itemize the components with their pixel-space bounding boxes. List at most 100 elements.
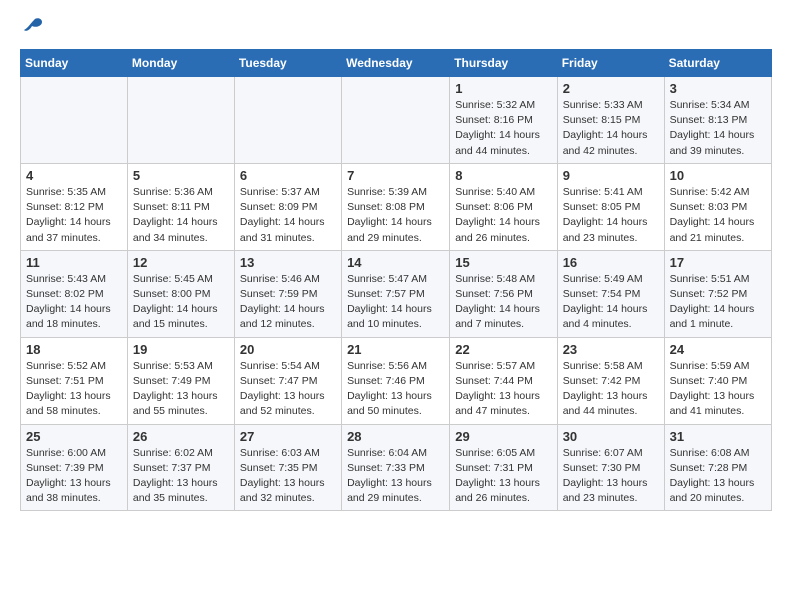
calendar-week-row: 1 Sunrise: 5:32 AM Sunset: 8:16 PM Daylig… <box>21 77 772 164</box>
calendar-cell: 12 Sunrise: 5:45 AM Sunset: 8:00 PM Dayli… <box>127 250 234 337</box>
day-number: 25 <box>26 429 122 444</box>
calendar-cell: 4 Sunrise: 5:35 AM Sunset: 8:12 PM Daylig… <box>21 163 128 250</box>
calendar-cell: 30 Sunrise: 6:07 AM Sunset: 7:30 PM Dayli… <box>557 424 664 511</box>
calendar-cell: 10 Sunrise: 5:42 AM Sunset: 8:03 PM Dayli… <box>664 163 771 250</box>
day-number: 2 <box>563 81 659 96</box>
calendar-cell: 18 Sunrise: 5:52 AM Sunset: 7:51 PM Dayli… <box>21 337 128 424</box>
day-number: 20 <box>240 342 336 357</box>
calendar-cell: 2 Sunrise: 5:33 AM Sunset: 8:15 PM Daylig… <box>557 77 664 164</box>
day-number: 22 <box>455 342 551 357</box>
day-number: 7 <box>347 168 444 183</box>
calendar-week-row: 18 Sunrise: 5:52 AM Sunset: 7:51 PM Dayli… <box>21 337 772 424</box>
day-number: 29 <box>455 429 551 444</box>
calendar-table: SundayMondayTuesdayWednesdayThursdayFrid… <box>20 49 772 511</box>
calendar-header-row: SundayMondayTuesdayWednesdayThursdayFrid… <box>21 50 772 77</box>
day-info: Sunrise: 5:52 AM Sunset: 7:51 PM Dayligh… <box>26 359 122 420</box>
calendar-cell: 16 Sunrise: 5:49 AM Sunset: 7:54 PM Dayli… <box>557 250 664 337</box>
day-info: Sunrise: 5:57 AM Sunset: 7:44 PM Dayligh… <box>455 359 551 420</box>
day-number: 3 <box>670 81 766 96</box>
weekday-header-sunday: Sunday <box>21 50 128 77</box>
calendar-cell <box>234 77 341 164</box>
day-info: Sunrise: 5:49 AM Sunset: 7:54 PM Dayligh… <box>563 272 659 333</box>
day-info: Sunrise: 5:53 AM Sunset: 7:49 PM Dayligh… <box>133 359 229 420</box>
day-number: 26 <box>133 429 229 444</box>
calendar-cell: 11 Sunrise: 5:43 AM Sunset: 8:02 PM Dayli… <box>21 250 128 337</box>
day-info: Sunrise: 5:40 AM Sunset: 8:06 PM Dayligh… <box>455 185 551 246</box>
day-number: 30 <box>563 429 659 444</box>
day-info: Sunrise: 5:43 AM Sunset: 8:02 PM Dayligh… <box>26 272 122 333</box>
calendar-week-row: 11 Sunrise: 5:43 AM Sunset: 8:02 PM Dayli… <box>21 250 772 337</box>
calendar-cell: 15 Sunrise: 5:48 AM Sunset: 7:56 PM Dayli… <box>450 250 557 337</box>
day-info: Sunrise: 6:07 AM Sunset: 7:30 PM Dayligh… <box>563 446 659 507</box>
day-number: 23 <box>563 342 659 357</box>
calendar-cell: 20 Sunrise: 5:54 AM Sunset: 7:47 PM Dayli… <box>234 337 341 424</box>
day-number: 14 <box>347 255 444 270</box>
day-info: Sunrise: 5:54 AM Sunset: 7:47 PM Dayligh… <box>240 359 336 420</box>
day-number: 9 <box>563 168 659 183</box>
weekday-header-tuesday: Tuesday <box>234 50 341 77</box>
calendar-cell: 25 Sunrise: 6:00 AM Sunset: 7:39 PM Dayli… <box>21 424 128 511</box>
day-number: 15 <box>455 255 551 270</box>
calendar-cell: 6Sunrise: 5:37 AM Sunset: 8:09 PM Daylig… <box>234 163 341 250</box>
day-info: Sunrise: 6:08 AM Sunset: 7:28 PM Dayligh… <box>670 446 766 507</box>
day-info: Sunrise: 5:58 AM Sunset: 7:42 PM Dayligh… <box>563 359 659 420</box>
day-number: 11 <box>26 255 122 270</box>
calendar-cell <box>21 77 128 164</box>
day-info: Sunrise: 5:56 AM Sunset: 7:46 PM Dayligh… <box>347 359 444 420</box>
calendar-cell: 19 Sunrise: 5:53 AM Sunset: 7:49 PM Dayli… <box>127 337 234 424</box>
day-info: Sunrise: 5:46 AM Sunset: 7:59 PM Dayligh… <box>240 272 336 333</box>
day-info: Sunrise: 5:45 AM Sunset: 8:00 PM Dayligh… <box>133 272 229 333</box>
calendar-cell: 1 Sunrise: 5:32 AM Sunset: 8:16 PM Daylig… <box>450 77 557 164</box>
calendar-cell: 24 Sunrise: 5:59 AM Sunset: 7:40 PM Dayli… <box>664 337 771 424</box>
day-number: 6 <box>240 168 336 183</box>
day-number: 8 <box>455 168 551 183</box>
weekday-header-monday: Monday <box>127 50 234 77</box>
day-number: 12 <box>133 255 229 270</box>
calendar-week-row: 4 Sunrise: 5:35 AM Sunset: 8:12 PM Daylig… <box>21 163 772 250</box>
calendar-cell: 27Sunrise: 6:03 AM Sunset: 7:35 PM Dayli… <box>234 424 341 511</box>
day-number: 5 <box>133 168 229 183</box>
calendar-cell: 29Sunrise: 6:05 AM Sunset: 7:31 PM Dayli… <box>450 424 557 511</box>
day-info: Sunrise: 5:32 AM Sunset: 8:16 PM Dayligh… <box>455 98 551 159</box>
calendar-cell: 13 Sunrise: 5:46 AM Sunset: 7:59 PM Dayli… <box>234 250 341 337</box>
day-number: 24 <box>670 342 766 357</box>
day-number: 19 <box>133 342 229 357</box>
day-info: Sunrise: 5:48 AM Sunset: 7:56 PM Dayligh… <box>455 272 551 333</box>
weekday-header-wednesday: Wednesday <box>342 50 450 77</box>
day-info: Sunrise: 5:41 AM Sunset: 8:05 PM Dayligh… <box>563 185 659 246</box>
day-info: Sunrise: 5:35 AM Sunset: 8:12 PM Dayligh… <box>26 185 122 246</box>
weekday-header-thursday: Thursday <box>450 50 557 77</box>
calendar-cell: 17 Sunrise: 5:51 AM Sunset: 7:52 PM Dayli… <box>664 250 771 337</box>
calendar-week-row: 25 Sunrise: 6:00 AM Sunset: 7:39 PM Dayli… <box>21 424 772 511</box>
day-info: Sunrise: 5:59 AM Sunset: 7:40 PM Dayligh… <box>670 359 766 420</box>
day-info: Sunrise: 5:39 AM Sunset: 8:08 PM Dayligh… <box>347 185 444 246</box>
day-number: 21 <box>347 342 444 357</box>
header <box>20 16 772 41</box>
day-number: 10 <box>670 168 766 183</box>
weekday-header-friday: Friday <box>557 50 664 77</box>
day-number: 18 <box>26 342 122 357</box>
day-number: 17 <box>670 255 766 270</box>
day-number: 16 <box>563 255 659 270</box>
day-number: 1 <box>455 81 551 96</box>
day-info: Sunrise: 5:36 AM Sunset: 8:11 PM Dayligh… <box>133 185 229 246</box>
day-number: 13 <box>240 255 336 270</box>
calendar-cell: 3 Sunrise: 5:34 AM Sunset: 8:13 PM Daylig… <box>664 77 771 164</box>
day-number: 4 <box>26 168 122 183</box>
day-info: Sunrise: 5:33 AM Sunset: 8:15 PM Dayligh… <box>563 98 659 159</box>
calendar-cell: 22 Sunrise: 5:57 AM Sunset: 7:44 PM Dayli… <box>450 337 557 424</box>
calendar-cell: 21 Sunrise: 5:56 AM Sunset: 7:46 PM Dayli… <box>342 337 450 424</box>
day-info: Sunrise: 5:51 AM Sunset: 7:52 PM Dayligh… <box>670 272 766 333</box>
day-info: Sunrise: 6:00 AM Sunset: 7:39 PM Dayligh… <box>26 446 122 507</box>
logo-bird-icon <box>22 16 44 41</box>
calendar-cell: 8 Sunrise: 5:40 AM Sunset: 8:06 PM Daylig… <box>450 163 557 250</box>
weekday-header-saturday: Saturday <box>664 50 771 77</box>
day-info: Sunrise: 5:34 AM Sunset: 8:13 PM Dayligh… <box>670 98 766 159</box>
day-number: 28 <box>347 429 444 444</box>
day-info: Sunrise: 5:42 AM Sunset: 8:03 PM Dayligh… <box>670 185 766 246</box>
day-info: Sunrise: 6:04 AM Sunset: 7:33 PM Dayligh… <box>347 446 444 507</box>
calendar-cell: 7 Sunrise: 5:39 AM Sunset: 8:08 PM Daylig… <box>342 163 450 250</box>
calendar-cell: 9 Sunrise: 5:41 AM Sunset: 8:05 PM Daylig… <box>557 163 664 250</box>
calendar-cell: 5 Sunrise: 5:36 AM Sunset: 8:11 PM Daylig… <box>127 163 234 250</box>
day-info: Sunrise: 6:02 AM Sunset: 7:37 PM Dayligh… <box>133 446 229 507</box>
